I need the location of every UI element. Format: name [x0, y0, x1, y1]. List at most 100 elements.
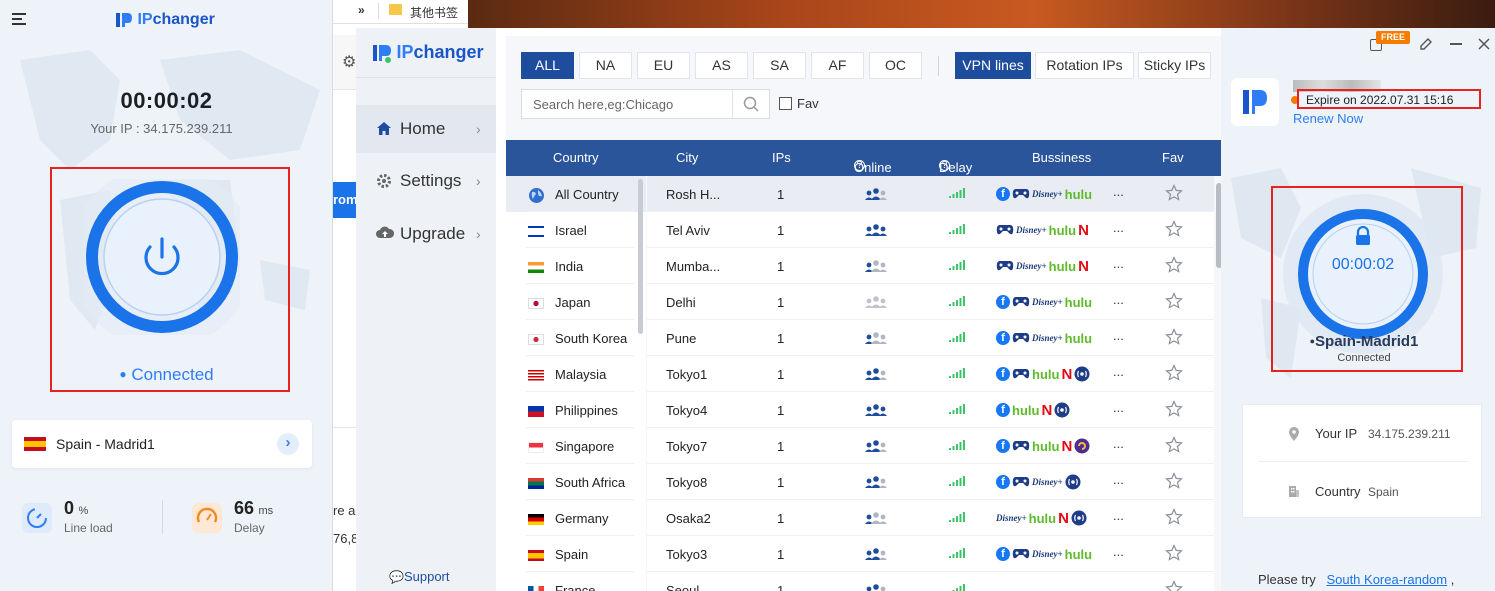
country-list-item[interactable]: South Korea	[506, 320, 646, 356]
column-header[interactable]: Country	[553, 150, 599, 165]
table-row[interactable]: Rosh H... 1 f Disney+ hulu...	[647, 176, 1214, 212]
tab-region-eu[interactable]: EU	[637, 52, 690, 79]
signal-bars-icon	[949, 440, 965, 450]
renew-now-link[interactable]: Renew Now	[1293, 111, 1363, 126]
favorite-button[interactable]	[1165, 472, 1183, 490]
country-list-scrollbar[interactable]	[638, 179, 643, 334]
help-icon[interactable]: ?	[854, 160, 865, 171]
bookmarks-overflow-icon[interactable]: »	[358, 3, 365, 17]
column-header[interactable]: IPs	[772, 150, 791, 165]
table-row[interactable]: Tel Aviv 1 Disney+ hulu N...	[647, 212, 1214, 248]
location-selector[interactable]: Spain - Madrid1 ›	[12, 420, 312, 468]
country-list-item[interactable]: All Country	[506, 176, 646, 212]
business-badges: f Disney+	[996, 473, 1081, 491]
column-header[interactable]: Fav	[1162, 150, 1184, 165]
edit-icon[interactable]	[1419, 37, 1433, 51]
sidebar-item-upgrade[interactable]: Upgrade ›	[356, 210, 496, 258]
favorite-button[interactable]	[1165, 184, 1183, 202]
table-row[interactable]: Osaka2 1 Disney+ hulu N...	[647, 500, 1214, 536]
country-list-item[interactable]: Israel	[506, 212, 646, 248]
favorite-button[interactable]	[1165, 292, 1183, 310]
country-name: Israel	[555, 223, 587, 238]
country-list-item[interactable]: India	[506, 248, 646, 284]
suggestion-suffix: ,	[1450, 572, 1455, 587]
more-badges-indicator[interactable]: ...	[1113, 472, 1124, 487]
business-badges: Disney+ hulu N	[996, 509, 1087, 527]
table-row[interactable]: Pune 1 f Disney+ hulu...	[647, 320, 1214, 356]
suggestion-link[interactable]: South Korea-random	[1326, 572, 1447, 587]
favorite-button[interactable]	[1165, 400, 1183, 418]
tab-region-all[interactable]: ALL	[521, 52, 574, 79]
table-row[interactable]: Tokyo1 1 f hulu N...	[647, 356, 1214, 392]
favorite-button[interactable]	[1165, 508, 1183, 526]
favorite-button[interactable]	[1165, 436, 1183, 454]
support-link[interactable]: 💬Support	[389, 569, 450, 584]
star-icon	[1165, 328, 1183, 345]
more-badges-indicator[interactable]: ...	[1113, 220, 1124, 235]
table-header: Country City IPs Online ? Delay ? Bussin…	[506, 140, 1221, 176]
more-badges-indicator[interactable]: ...	[1113, 544, 1124, 559]
country-list-item[interactable]: Spain	[506, 536, 646, 572]
more-badges-indicator[interactable]: ...	[1113, 400, 1124, 415]
favorite-button[interactable]	[1165, 220, 1183, 238]
ip-count: 1	[777, 367, 785, 382]
delay-label: Delay	[234, 521, 265, 535]
country-list-item[interactable]: Germany	[506, 500, 646, 536]
menu-icon[interactable]	[12, 13, 26, 28]
more-badges-indicator[interactable]: ...	[1113, 508, 1124, 523]
column-header[interactable]: City	[676, 150, 698, 165]
more-badges-indicator[interactable]: ...	[1113, 256, 1124, 271]
table-row[interactable]: Tokyo4 1 f hulu N...	[647, 392, 1214, 428]
country-list-item[interactable]: Singapore	[506, 428, 646, 464]
country-list-item[interactable]: Japan	[506, 284, 646, 320]
close-icon[interactable]	[1478, 38, 1490, 50]
country-list-item[interactable]: South Africa	[506, 464, 646, 500]
sidebar-item-settings[interactable]: Settings ›	[356, 157, 496, 205]
sidebar-item-home[interactable]: Home ›	[356, 105, 496, 153]
bookmark-folder[interactable]: 其他书签	[410, 4, 458, 21]
minimize-icon[interactable]	[1450, 43, 1462, 45]
search-input[interactable]: Search here,eg:Chicago	[521, 89, 770, 119]
favorite-button[interactable]	[1165, 256, 1183, 274]
country-list-item[interactable]: Philippines	[506, 392, 646, 428]
gear-icon[interactable]: ⚙	[342, 52, 356, 72]
table-row[interactable]: Seoul 1	[647, 572, 1214, 591]
tab-region-as[interactable]: AS	[695, 52, 748, 79]
tab-sticky-ips[interactable]: Sticky IPs	[1138, 52, 1211, 79]
online-indicator	[865, 511, 887, 525]
tab-region-sa[interactable]: SA	[753, 52, 806, 79]
tab-vpn-lines[interactable]: VPN lines	[955, 52, 1031, 79]
favorite-button[interactable]	[1165, 544, 1183, 562]
tab-region-af[interactable]: AF	[811, 52, 864, 79]
country-list-item[interactable]: France	[506, 572, 646, 591]
favorite-button[interactable]	[1165, 364, 1183, 382]
more-badges-indicator[interactable]: ...	[1113, 184, 1124, 199]
table-row[interactable]: Tokyo8 1 f Disney+...	[647, 464, 1214, 500]
favorite-button[interactable]	[1165, 580, 1183, 591]
country-name: India	[555, 259, 584, 274]
more-badges-indicator[interactable]: ...	[1113, 328, 1124, 343]
facebook-icon: f	[996, 475, 1010, 489]
help-icon[interactable]: ?	[939, 160, 950, 171]
tab-rotation-ips[interactable]: Rotation IPs	[1035, 52, 1134, 79]
search-button[interactable]	[732, 90, 769, 118]
more-badges-indicator[interactable]: ...	[1113, 364, 1124, 379]
ip-count: 1	[777, 295, 785, 310]
more-badges-indicator[interactable]: ...	[1113, 292, 1124, 307]
favorite-button[interactable]	[1165, 328, 1183, 346]
more-badges-indicator[interactable]: ...	[1113, 436, 1124, 451]
table-row[interactable]: Delhi 1 f Disney+ hulu...	[647, 284, 1214, 320]
table-row[interactable]: Mumba... 1 Disney+ hulu N...	[647, 248, 1214, 284]
hulu-icon: hulu	[1048, 222, 1077, 238]
table-row[interactable]: Tokyo7 1 f hulu N...	[647, 428, 1214, 464]
chevron-right-icon[interactable]: ›	[277, 433, 299, 455]
singapore-flag-icon	[528, 442, 544, 453]
country-list-item[interactable]: Malaysia	[506, 356, 646, 392]
tab-region-oc[interactable]: OC	[869, 52, 922, 79]
table-row[interactable]: Tokyo3 1 f Disney+ hulu...	[647, 536, 1214, 572]
browser-page-button[interactable]: rom	[333, 182, 358, 218]
column-header[interactable]: Bussiness	[1032, 150, 1091, 165]
tab-region-na[interactable]: NA	[579, 52, 632, 79]
fav-checkbox[interactable]	[779, 97, 792, 110]
signal-bars-icon	[949, 548, 965, 558]
